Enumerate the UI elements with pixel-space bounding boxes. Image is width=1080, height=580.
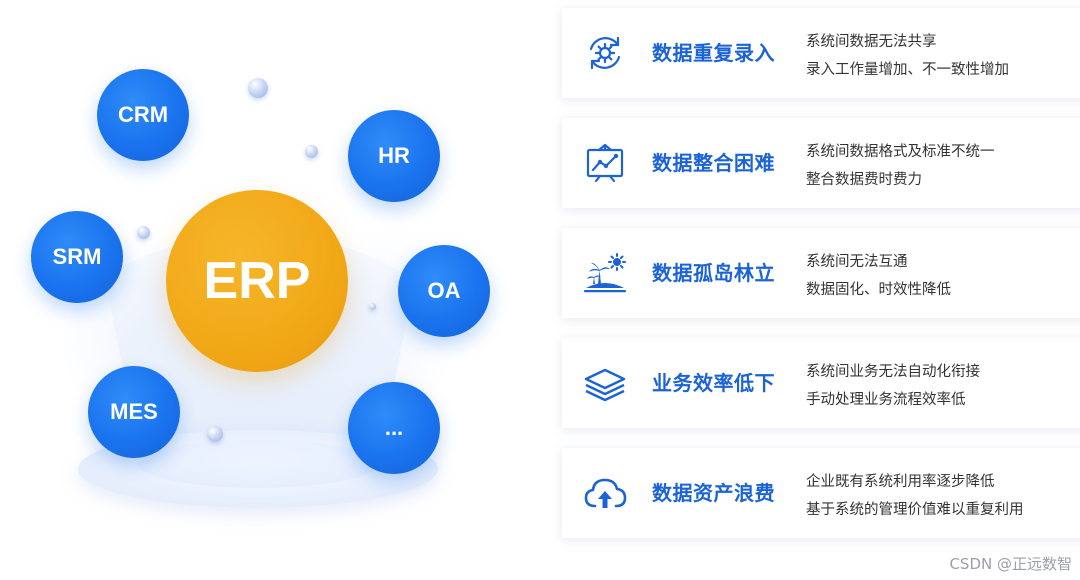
problem-list: 数据重复录入 系统间数据无法共享 录入工作量增加、不一致性增加 数据整合困难 系… — [562, 8, 1080, 538]
problem-title: 数据重复录入 — [652, 41, 775, 65]
node-label: ... — [384, 415, 404, 440]
node-label: CRM — [117, 102, 169, 127]
problem-description: 系统间业务无法自动化衔接 手动处理业务流程效率低 — [806, 358, 980, 414]
gear-cycle-icon — [589, 36, 621, 70]
decor-dot — [369, 303, 376, 310]
problem-line: 系统间业务无法自动化衔接 — [806, 364, 980, 380]
node-label: OA — [427, 278, 461, 303]
decor-dot — [137, 226, 150, 239]
decor-dot — [248, 78, 268, 98]
problem-description: 企业既有系统利用率逐步降低 基于系统的管理价值难以重复利用 — [806, 468, 1024, 524]
problem-title: 业务效率低下 — [652, 371, 775, 395]
problem-card-data-silos: 数据孤岛林立 系统间无法互通 数据固化、时效性降低 — [562, 228, 1080, 318]
node-crm: CRM — [97, 69, 189, 161]
problem-title: 数据整合困难 — [652, 151, 775, 175]
problem-description: 系统间无法互通 数据固化、时效性降低 — [806, 248, 951, 304]
problem-card-low-efficiency: 业务效率低下 系统间业务无法自动化衔接 手动处理业务流程效率低 — [562, 338, 1080, 428]
node-oa: OA — [398, 245, 490, 337]
base-platform-inner — [138, 440, 378, 488]
erp-data-problems-diagram: CRM HR SRM ERP OA MES ... 数据重复录入 系统间数据无法… — [0, 0, 1080, 580]
node-label: HR — [378, 143, 410, 168]
decor-dot — [305, 145, 318, 158]
node-erp-center: ERP — [166, 190, 348, 372]
problem-title: 数据资产浪费 — [652, 481, 775, 505]
problem-card-integration: 数据整合困难 系统间数据格式及标准不统一 整合数据费时费力 — [562, 118, 1080, 208]
problem-title: 数据孤岛林立 — [652, 261, 775, 285]
problem-line: 录入工作量增加、不一致性增加 — [806, 62, 1009, 78]
island-icon — [584, 253, 626, 293]
decor-dot — [207, 426, 223, 442]
problem-line: 数据固化、时效性降低 — [806, 282, 951, 298]
problem-line: 手动处理业务流程效率低 — [806, 392, 966, 408]
node-more: ... — [348, 382, 440, 474]
problem-line: 整合数据费时费力 — [806, 172, 922, 188]
problem-card-asset-waste: 数据资产浪费 企业既有系统利用率逐步降低 基于系统的管理价值难以重复利用 — [562, 448, 1080, 538]
node-label: SRM — [52, 244, 102, 269]
watermark: CSDN @正远数智 — [949, 555, 1072, 573]
problem-line: 企业既有系统利用率逐步降低 — [806, 474, 995, 490]
problem-description: 系统间数据无法共享 录入工作量增加、不一致性增加 — [806, 28, 1009, 84]
node-hr: HR — [348, 110, 440, 202]
center-label: ERP — [203, 252, 311, 310]
problem-line: 系统间数据格式及标准不统一 — [806, 144, 995, 160]
node-srm: SRM — [31, 211, 123, 303]
node-mes: MES — [88, 366, 180, 458]
layers-icon — [584, 368, 626, 402]
chart-board-icon — [586, 143, 624, 183]
problem-line: 基于系统的管理价值难以重复利用 — [806, 502, 1024, 518]
cloud-upload-icon — [584, 478, 627, 508]
node-label: MES — [110, 399, 158, 424]
problem-description: 系统间数据格式及标准不统一 整合数据费时费力 — [806, 138, 995, 194]
problem-card-duplicate-entry: 数据重复录入 系统间数据无法共享 录入工作量增加、不一致性增加 — [562, 8, 1080, 98]
erp-hub-diagram: CRM HR SRM ERP OA MES ... — [0, 0, 540, 580]
problem-line: 系统间无法互通 — [806, 254, 908, 270]
problem-line: 系统间数据无法共享 — [806, 34, 937, 50]
